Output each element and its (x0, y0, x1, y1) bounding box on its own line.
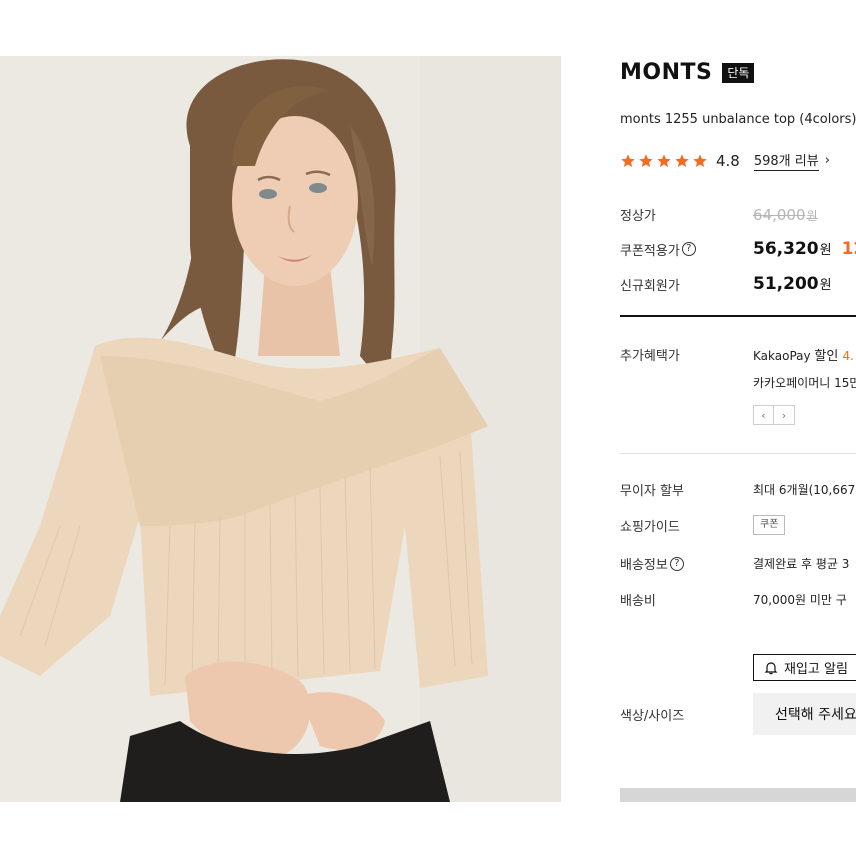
shopping-guide-row: 쇼핑가이드 쿠폰 (620, 515, 786, 535)
installment-value: 최대 6개월(10,667 (753, 483, 856, 497)
shipping-info-value: 결제완료 후 평균 3 (753, 557, 850, 571)
exclusive-badge: 단독 (722, 62, 755, 83)
brand-name[interactable]: MONTS (620, 60, 712, 85)
shipping-info-row: 배송정보? 결제완료 후 평균 3 (620, 554, 849, 573)
coupon-price-row: 쿠폰적용가? 56,320원 12 (620, 239, 856, 259)
review-count-link[interactable]: 598개 리뷰 (753, 150, 819, 171)
help-icon[interactable]: ? (681, 242, 696, 256)
kakaopay-money-text: 카카오페이머니 15만 (753, 376, 856, 390)
member-price-value: 51,200원 (753, 274, 832, 294)
star-icon (674, 153, 690, 169)
rating-score: 4.8 (716, 151, 740, 170)
help-icon[interactable]: ? (669, 556, 684, 571)
product-photo[interactable] (0, 56, 561, 802)
bell-icon (764, 661, 778, 675)
benefits-row: 추가혜택가 KakaoPay 할인 4. (620, 345, 854, 364)
regular-price-value: 64,000원 (753, 205, 818, 224)
star-icon (620, 153, 636, 169)
rating-stars (620, 153, 710, 169)
benefits-label: 추가혜택가 (620, 349, 680, 364)
restock-alert-button[interactable]: 재입고 알림 (753, 654, 856, 681)
option-row: 색상/사이즈 (620, 705, 753, 724)
option-select-dropdown[interactable]: 선택해 주세요 (753, 693, 856, 735)
member-price-label: 신규회원가 (620, 278, 680, 294)
shipping-fee-row: 배송비 70,000원 미만 구 (620, 590, 847, 609)
purchase-bar[interactable] (620, 788, 856, 802)
option-label: 색상/사이즈 (620, 709, 685, 724)
star-icon (638, 153, 654, 169)
model-illustration (0, 56, 561, 802)
prev-arrow-icon[interactable]: ‹ (753, 405, 774, 425)
coupon-price-label: 쿠폰적용가? (620, 240, 753, 259)
rating-row: 4.8 598개 리뷰 › (620, 150, 830, 171)
regular-price-row: 정상가 64,000원 (620, 205, 818, 225)
price-divider (620, 315, 856, 317)
chevron-right-icon[interactable]: › (825, 153, 830, 168)
kakaopay-money-row: 카카오페이머니 15만 (753, 374, 856, 391)
regular-price-label: 정상가 (620, 209, 656, 224)
installment-row: 무이자 할부 최대 6개월(10,667 (620, 480, 855, 499)
coupon-tag-button[interactable]: 쿠폰 (753, 515, 786, 535)
member-price-row: 신규회원가 51,200원 (620, 274, 832, 294)
star-icon (656, 153, 672, 169)
installment-label: 무이자 할부 (620, 484, 684, 499)
shipping-fee-label: 배송비 (620, 594, 656, 609)
star-icon (692, 153, 708, 169)
shipping-fee-value: 70,000원 미만 구 (753, 593, 847, 607)
restock-alert-label: 재입고 알림 (784, 662, 848, 677)
benefit-carousel-controls: ‹ › (753, 405, 795, 425)
shipping-info-label: 배송정보? (620, 554, 753, 573)
kakaopay-benefit[interactable]: KakaoPay 할인 4. (753, 345, 854, 364)
next-arrow-icon[interactable]: › (774, 405, 795, 425)
discount-percent: 12 (841, 239, 856, 259)
product-title: monts 1255 unbalance top (4colors) (620, 112, 856, 127)
product-info-panel: MONTS 단독 monts 1255 unbalance top (4colo… (620, 0, 856, 856)
coupon-price-value: 56,320원 (753, 239, 832, 259)
shopping-guide-label: 쇼핑가이드 (620, 519, 680, 535)
brand-row: MONTS 단독 (620, 60, 755, 85)
benefits-divider (620, 453, 856, 454)
